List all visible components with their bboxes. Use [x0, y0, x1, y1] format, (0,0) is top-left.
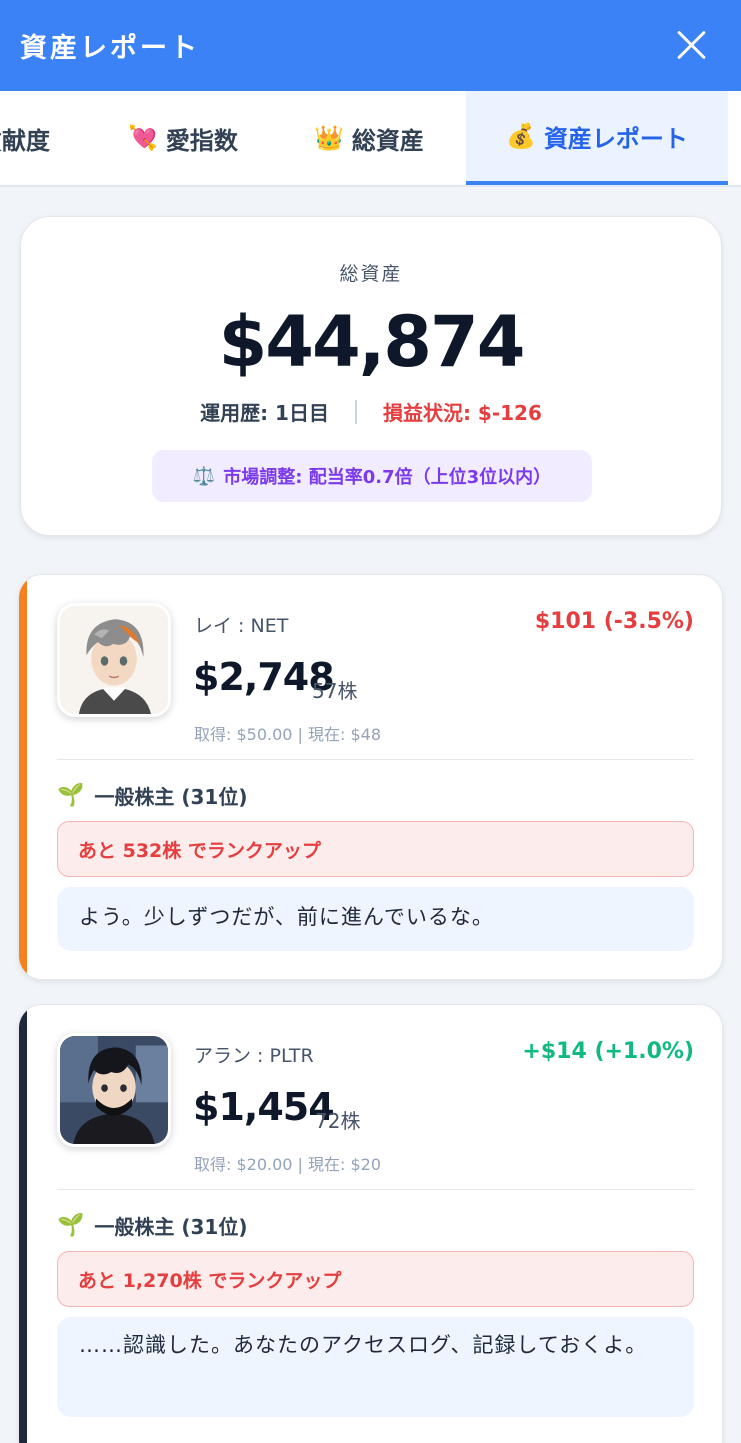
card-accent — [19, 575, 27, 979]
heart-icon: 💘 — [128, 124, 158, 152]
divider — [57, 1189, 694, 1190]
tab-label: 愛指数 — [165, 126, 238, 155]
close-icon[interactable] — [671, 26, 711, 66]
shareholder-rank: 🌱 一般株主 (31位) — [57, 1211, 247, 1240]
market-adjustment-badge: ⚖️ 市場調整: 配当率0.7倍（上位3位以内） — [152, 450, 592, 502]
stock-name: レイ : NET — [194, 615, 289, 637]
tab-love-index[interactable]: 💘 愛指数 — [128, 91, 238, 185]
stock-change: $101 (-3.5%) — [534, 609, 694, 634]
crown-icon: 👑 — [314, 124, 344, 152]
stock-cost: 取得: $20.00 | 現在: $20 — [194, 1155, 382, 1174]
total-assets-label: 総資産 — [339, 263, 403, 285]
card-accent — [19, 1005, 27, 1443]
sprout-icon: 🌱 — [57, 783, 85, 808]
investment-history: 運用歴: 1日目 — [200, 401, 329, 425]
rankup-notice: あと 1,270株 でランクアップ — [57, 1251, 694, 1307]
stock-change: +$14 (+1.0%) — [522, 1039, 694, 1064]
stock-value: $1,454 — [193, 1085, 335, 1129]
stock-shares: 72株 — [315, 1109, 361, 1133]
summary-meta: 運用歴: 1日目 損益状況: $-126 — [21, 397, 721, 426]
avatar — [57, 1033, 171, 1147]
money-bag-icon: 💰 — [506, 122, 536, 150]
tab-asset-report[interactable]: 💰 資産レポート — [466, 91, 728, 185]
rankup-notice: あと 532株 でランクアップ — [57, 821, 694, 877]
character-message: よう。少しずつだが、前に進んでいるな。 — [57, 887, 694, 951]
shareholder-rank: 🌱 一般株主 (31位) — [57, 781, 247, 810]
tab-bar: 貢献度 💘 愛指数 👑 総資産 💰 資産レポート — [0, 91, 741, 187]
tab-label: 総資産 — [351, 126, 424, 155]
divider — [57, 759, 694, 760]
stock-card[interactable]: アラン : PLTR +$14 (+1.0%) $1,454 72株 取得: $… — [18, 1004, 723, 1443]
tab-contribution[interactable]: 貢献度 — [0, 91, 50, 185]
page-title: 資産レポート — [20, 33, 200, 64]
stock-shares: 57株 — [312, 679, 358, 703]
stock-name: アラン : PLTR — [194, 1045, 314, 1067]
total-assets-card: 総資産 $44,874 運用歴: 1日目 損益状況: $-126 ⚖️ 市場調整… — [20, 216, 722, 536]
divider — [354, 399, 357, 424]
stock-cost: 取得: $50.00 | 現在: $48 — [194, 725, 382, 744]
market-adjustment-text: 市場調整: 配当率0.7倍（上位3位以内） — [223, 467, 552, 488]
character-message: ……認識した。あなたのアクセスログ、記録しておくよ。 — [57, 1317, 694, 1417]
sprout-icon: 🌱 — [57, 1213, 85, 1238]
tab-label: 資産レポート — [543, 124, 688, 153]
app-header: 資産レポート — [0, 0, 741, 91]
tab-total-assets[interactable]: 👑 総資産 — [314, 91, 424, 185]
total-assets-value: $44,874 — [218, 301, 526, 383]
profit-loss: 損益状況: $-126 — [382, 401, 542, 425]
scale-icon: ⚖️ — [192, 465, 216, 487]
rank-label: 一般株主 (31位) — [94, 1215, 248, 1239]
rank-label: 一般株主 (31位) — [94, 785, 248, 809]
stock-card[interactable]: レイ : NET $101 (-3.5%) $2,748 57株 取得: $50… — [18, 574, 723, 980]
tab-label: 貢献度 — [0, 126, 50, 155]
avatar — [57, 603, 171, 717]
